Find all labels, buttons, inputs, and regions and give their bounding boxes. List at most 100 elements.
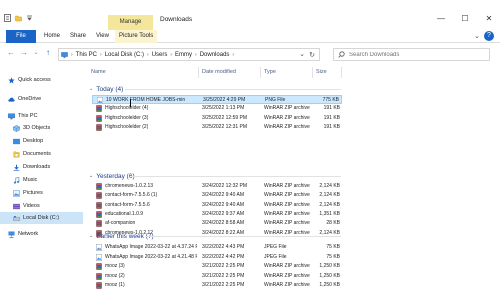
sidebar-item-onedrive[interactable]: OneDrive bbox=[0, 93, 83, 105]
new-folder-icon[interactable] bbox=[15, 14, 22, 22]
zip-file-icon bbox=[96, 220, 102, 227]
address-bar[interactable]: › This PC › Local Disk (C:) › Users › Em… bbox=[58, 48, 320, 61]
group-title: Yesterday (6) bbox=[96, 172, 135, 180]
tab-view[interactable]: View bbox=[92, 30, 113, 43]
file-type: WinRAR ZIP archive bbox=[264, 123, 310, 130]
zip-file-icon bbox=[96, 282, 102, 290]
file-date: 3/21/2022 2:25 PM bbox=[202, 272, 245, 279]
file-type: PNG File bbox=[265, 97, 286, 103]
zip-file-icon bbox=[96, 105, 102, 112]
sidebar-item-label: Network bbox=[18, 231, 39, 237]
sidebar-item-pictures[interactable]: Pictures bbox=[0, 187, 83, 199]
file-type: WinRAR ZIP archive bbox=[264, 210, 310, 217]
breadcrumb-downloads[interactable]: Downloads bbox=[200, 52, 230, 58]
folder-icon bbox=[13, 138, 20, 144]
up-icon[interactable]: ↑ bbox=[43, 48, 53, 58]
file-date: 3/21/2022 2:25 PM bbox=[202, 263, 245, 270]
file-row[interactable]: WhatsApp Image 2022-03-22 at 4.21.48 PM 3… bbox=[92, 253, 342, 262]
navigation-bar: ← → ⌄ ↑ › This PC › Local Disk (C:) › Us… bbox=[0, 43, 500, 65]
help-icon[interactable]: ? bbox=[484, 31, 494, 41]
forward-icon[interactable]: → bbox=[19, 48, 29, 58]
picture-icon bbox=[13, 189, 20, 197]
close-icon[interactable]: ✕ bbox=[484, 14, 494, 24]
file-row[interactable]: mooz (3) 3/21/2022 2:25 PM WinRAR ZIP arch… bbox=[92, 262, 342, 271]
file-type: WinRAR ZIP archive bbox=[264, 282, 310, 289]
file-date: 3/22/2022 4:43 PM bbox=[202, 244, 245, 250]
group-header[interactable]: ⌄ Today (4) bbox=[89, 83, 123, 95]
crumb-separator: › bbox=[170, 51, 173, 58]
breadcrumb-local-disk[interactable]: Local Disk (C:) bbox=[105, 52, 144, 58]
sidebar-item-3d-objects[interactable]: 3D Objects bbox=[0, 122, 83, 134]
address-dropdown-icon[interactable]: ⌄ bbox=[299, 50, 305, 58]
tab-picture-tools[interactable]: Picture Tools bbox=[115, 30, 158, 43]
sidebar-item-documents[interactable]: Documents bbox=[0, 148, 83, 160]
search-input[interactable] bbox=[349, 51, 479, 58]
column-divider[interactable] bbox=[198, 67, 199, 78]
breadcrumb-emmy[interactable]: Emmy bbox=[175, 52, 192, 58]
file-row[interactable]: contact-form-7.5.5.6 3/24/2022 9:40 AM Win… bbox=[92, 201, 342, 210]
column-divider[interactable] bbox=[312, 67, 313, 78]
file-row[interactable]: af-companion 3/24/2022 8:58 AM WinRAR ZIP … bbox=[92, 219, 342, 228]
file-row[interactable]: mooz (1) 3/21/2022 2:25 PM WinRAR ZIP arch… bbox=[92, 281, 342, 290]
chevron-down-icon[interactable]: ⌄ bbox=[89, 86, 93, 92]
sidebar-item-local-disk[interactable]: Local Disk (C:) bbox=[0, 212, 83, 224]
maximize-icon[interactable]: ☐ bbox=[460, 14, 470, 24]
column-divider[interactable] bbox=[341, 67, 342, 78]
zip-file-icon bbox=[96, 183, 102, 190]
file-row[interactable]: chromenews-1.0.2.13 3/24/2022 12:32 PM Win… bbox=[92, 182, 342, 191]
file-name: contact-form-7.5.5.6 (1) bbox=[105, 192, 158, 199]
tab-share[interactable]: Share bbox=[66, 30, 90, 43]
group-header[interactable]: ⌄ Yesterday (6) bbox=[89, 170, 135, 182]
file-name: educational.1.0.9 bbox=[105, 210, 144, 217]
file-name: chromenews-1.0.2.13 bbox=[105, 183, 154, 189]
sidebar-item-label: Desktop bbox=[23, 138, 44, 144]
zip-file-icon bbox=[96, 273, 102, 280]
file-date: 3/22/2022 4:42 PM bbox=[202, 253, 245, 260]
file-row[interactable]: educational.1.0.9 3/24/2022 9:37 AM WinRAR… bbox=[92, 210, 342, 219]
search-box[interactable] bbox=[333, 48, 490, 61]
file-size: 2,124 KB bbox=[319, 201, 340, 208]
recent-locations-icon[interactable]: ⌄ bbox=[31, 48, 41, 58]
chevron-down-icon[interactable]: ⌄ bbox=[89, 173, 93, 179]
file-row[interactable]: WhatsApp Image 2022-03-22 at 4.37.24 PM 3… bbox=[92, 243, 342, 252]
sidebar-item-quick-access[interactable]: Quick access bbox=[0, 74, 83, 86]
column-header-name[interactable]: Name bbox=[91, 65, 106, 79]
tab-home[interactable]: Home bbox=[40, 30, 64, 43]
file-name: WhatsApp Image 2022-03-22 at 4.37.24 PM bbox=[105, 244, 197, 250]
group-header[interactable]: ⌄ Earlier this week (7) bbox=[89, 230, 154, 242]
file-row[interactable]: mooz (2) 3/21/2022 2:25 PM WinRAR ZIP arch… bbox=[92, 272, 342, 281]
properties-icon[interactable] bbox=[4, 14, 11, 22]
sidebar-item-downloads[interactable]: Downloads bbox=[0, 161, 83, 173]
breadcrumb-users[interactable]: Users bbox=[152, 52, 168, 58]
sidebar-item-desktop[interactable]: Desktop bbox=[0, 135, 83, 147]
file-type: WinRAR ZIP archive bbox=[264, 114, 310, 121]
breadcrumb-this-pc[interactable]: This PC bbox=[76, 52, 97, 58]
back-icon[interactable]: ← bbox=[6, 48, 16, 58]
sidebar-item-label: Local Disk (C:) bbox=[23, 215, 60, 221]
file-size: 191 KB bbox=[323, 123, 340, 130]
file-date: 3/24/2022 9:37 AM bbox=[202, 210, 244, 217]
sidebar-item-network[interactable]: Network bbox=[0, 228, 83, 240]
file-row[interactable]: contact-form-7.5.5.6 (1) 3/24/2022 9:40 A… bbox=[92, 191, 342, 200]
sidebar-item-this-pc[interactable]: This PC bbox=[0, 110, 83, 122]
refresh-icon[interactable]: ↻ bbox=[309, 51, 315, 59]
image-file-icon bbox=[96, 244, 102, 251]
sidebar-item-music[interactable]: Music bbox=[0, 174, 83, 186]
zip-file-icon bbox=[96, 114, 102, 122]
column-header-date[interactable]: Date modified bbox=[202, 65, 236, 79]
minimize-icon[interactable]: — bbox=[436, 14, 446, 24]
customize-qa-icon[interactable] bbox=[26, 14, 33, 22]
tab-file[interactable]: File bbox=[6, 30, 36, 43]
column-header-type[interactable]: Type bbox=[264, 65, 276, 79]
sidebar-item-label: 3D Objects bbox=[23, 125, 51, 131]
sidebar-item-videos[interactable]: Videos bbox=[0, 200, 83, 212]
window-title: Downloads bbox=[160, 16, 193, 23]
file-row[interactable]: Highschoolelder (3) 3/25/2022 12:59 PM Win… bbox=[92, 114, 342, 123]
column-divider[interactable] bbox=[260, 67, 261, 78]
file-row[interactable]: Highschoolelder (2) 3/25/2022 12:31 PM Win… bbox=[92, 123, 342, 132]
chevron-down-icon[interactable]: ⌄ bbox=[89, 233, 93, 239]
expand-ribbon-icon[interactable]: ⌄ bbox=[474, 32, 480, 40]
sidebar-item-label: Documents bbox=[23, 151, 51, 157]
sidebar-item-label: Pictures bbox=[23, 190, 43, 196]
column-header-size[interactable]: Size bbox=[316, 65, 327, 79]
